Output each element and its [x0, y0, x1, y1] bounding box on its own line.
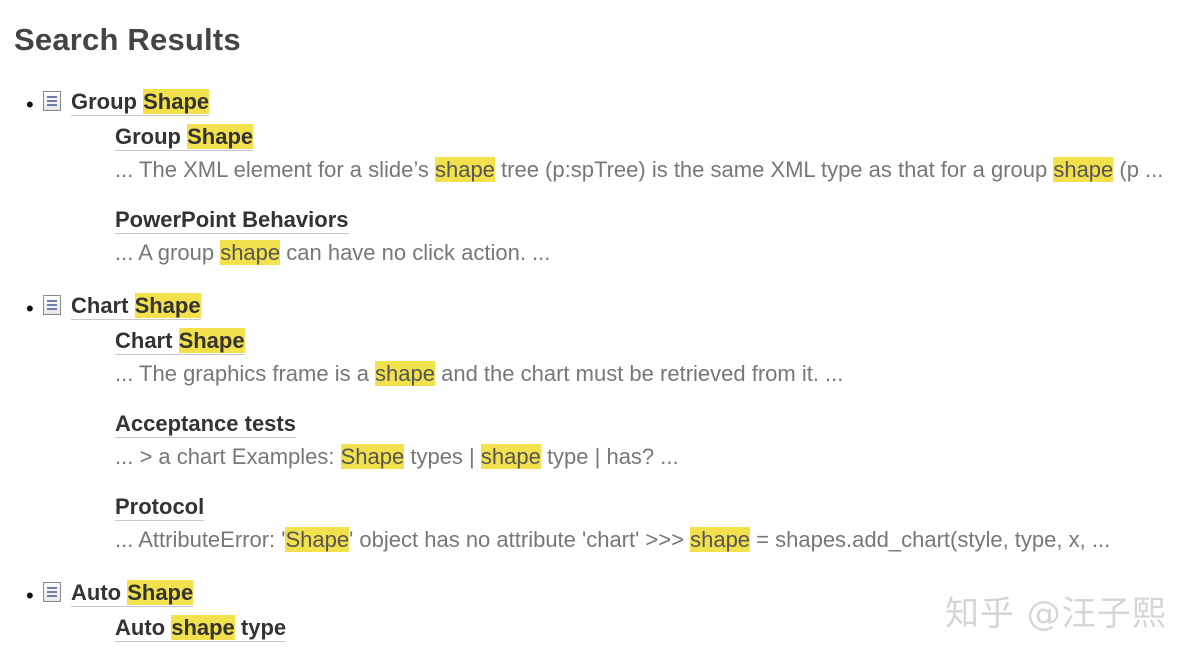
document-icon [43, 295, 61, 315]
search-term-highlight: shape [220, 240, 281, 265]
section-title-text: type [234, 615, 287, 640]
result-section: Chart Shape ... The graphics frame is a s… [115, 326, 1200, 387]
section-title-text: Protocol [115, 494, 205, 519]
bullet-icon: • [26, 92, 34, 117]
search-term-highlight: Shape [127, 580, 194, 605]
search-term-highlight: shape [1053, 157, 1114, 182]
result-snippet: ... > a chart Examples: Shape types | sh… [115, 444, 1200, 470]
result-snippet: ... The XML element for a slide’s shape … [115, 157, 1200, 183]
document-icon [43, 91, 61, 111]
document-icon [43, 582, 61, 602]
section-title-link[interactable]: Group Shape [115, 124, 254, 151]
result-title-link[interactable]: Auto Shape [71, 580, 194, 607]
search-term-highlight: shape [480, 444, 541, 469]
result-section: Group Shape ... The XML element for a sli… [115, 122, 1200, 183]
section-title-text: Acceptance tests [115, 411, 296, 436]
search-term-highlight: Shape [134, 293, 201, 318]
snippet-text: (p ... [1113, 157, 1164, 182]
snippet-text: type | has? ... [540, 444, 679, 469]
snippet-text: types | [404, 444, 481, 469]
search-term-highlight: Shape [178, 328, 245, 353]
result-title-link[interactable]: Group Shape [71, 89, 210, 116]
bullet-icon: • [26, 296, 34, 321]
section-title-text: Group [115, 124, 188, 149]
snippet-text: ... AttributeError: ' [115, 527, 286, 552]
section-title-text: PowerPoint Behaviors [115, 207, 349, 232]
search-term-highlight: Shape [143, 89, 210, 114]
search-term-highlight: shape [690, 527, 751, 552]
search-term-highlight: Shape [187, 124, 254, 149]
search-term-highlight: Shape [340, 444, 405, 469]
bullet-icon: • [26, 583, 34, 608]
result-section: PowerPoint Behaviors ... A group shape ca… [115, 205, 1200, 266]
section-title-text: Chart [115, 328, 179, 353]
section-title-link[interactable]: Auto shape type [115, 615, 287, 642]
snippet-text: tree (p:spTree) is the same XML type as … [494, 157, 1054, 182]
section-title-link[interactable]: Chart Shape [115, 328, 245, 355]
snippet-text: ... The XML element for a slide’s [115, 157, 435, 182]
result-section: Protocol ... AttributeError: 'Shape' obje… [115, 492, 1200, 553]
snippet-text: and the chart must be retrieved from it.… [435, 361, 844, 386]
snippet-text: ... A group [115, 240, 221, 265]
result-header: • Chart Shape [0, 288, 1200, 326]
result-section: Acceptance tests ... > a chart Examples: … [115, 409, 1200, 470]
snippet-text: ... The graphics frame is a [115, 361, 376, 386]
search-term-highlight: shape [434, 157, 495, 182]
page-title: Search Results [14, 22, 241, 57]
result-snippet: ... AttributeError: 'Shape' object has n… [115, 527, 1200, 553]
search-term-highlight: Shape [285, 527, 350, 552]
section-title-link[interactable]: Acceptance tests [115, 411, 296, 438]
section-title-text: Auto [115, 615, 172, 640]
section-title-link[interactable]: Protocol [115, 494, 205, 521]
result-title-link[interactable]: Chart Shape [71, 293, 201, 320]
result-item: • Group Shape Group Shape... The XML eleme… [0, 84, 1200, 266]
result-snippet: ... The graphics frame is a shape and th… [115, 361, 1200, 387]
snippet-text: ... > a chart Examples: [115, 444, 341, 469]
snippet-text: ' object has no attribute 'chart' >>> [349, 527, 691, 552]
snippet-text: = shapes.add_chart(style, type, x, ... [750, 527, 1111, 552]
search-results-list: • Group Shape Group Shape... The XML eleme… [0, 84, 1200, 642]
result-title-text: Group [71, 89, 144, 114]
snippet-text: can have no click action. ... [280, 240, 551, 265]
search-term-highlight: shape [171, 615, 235, 640]
result-title-text: Chart [71, 293, 135, 318]
watermark: 知乎 @汪子熙 [945, 594, 1167, 634]
result-header: • Group Shape [0, 84, 1200, 122]
result-title-text: Auto [71, 580, 128, 605]
result-item: • Chart Shape Chart Shape... The graphics … [0, 288, 1200, 553]
search-term-highlight: shape [375, 361, 435, 386]
result-snippet: ... A group shape can have no click acti… [115, 240, 1200, 266]
section-title-link[interactable]: PowerPoint Behaviors [115, 207, 349, 234]
